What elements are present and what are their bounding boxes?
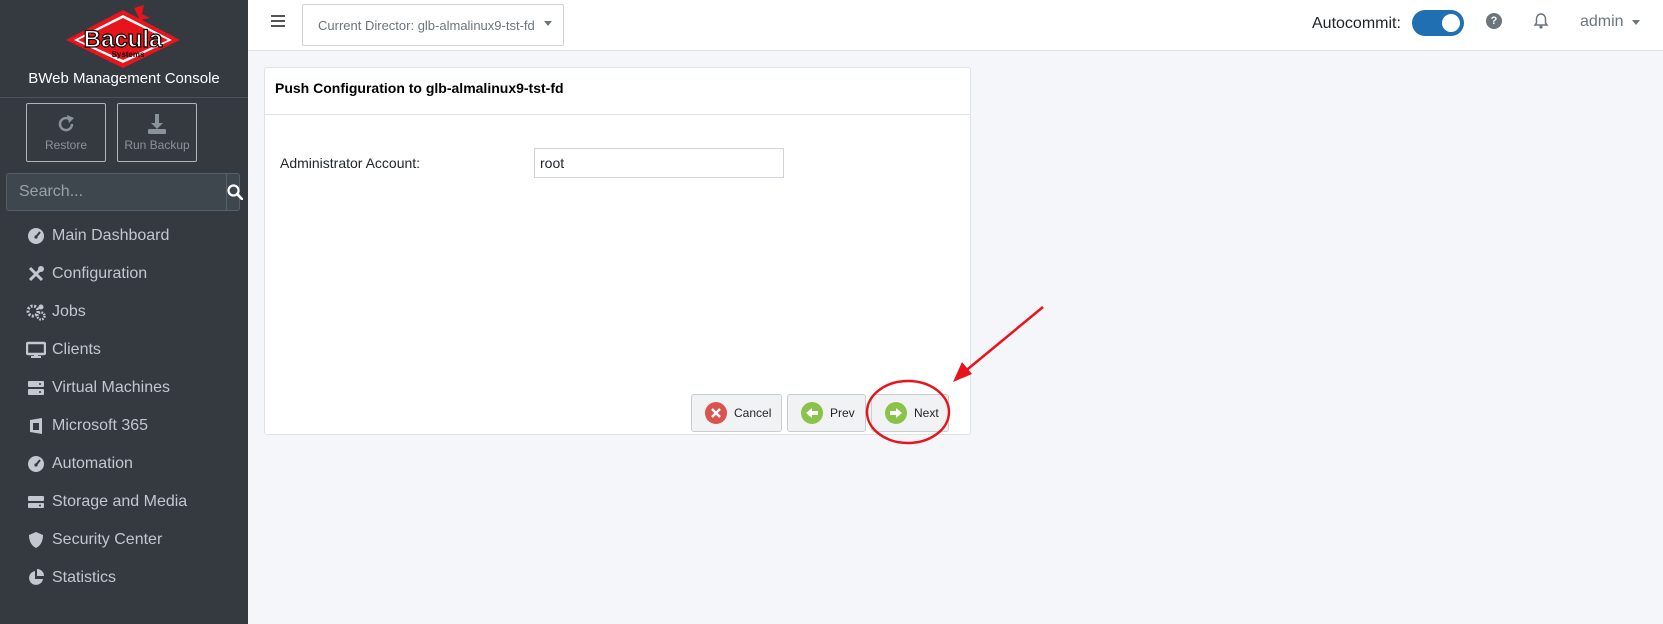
cancel-button[interactable]: Cancel — [691, 394, 782, 432]
pie-chart-icon — [26, 568, 46, 588]
sidebar-item-microsoft-365[interactable]: Microsoft 365 — [0, 407, 248, 445]
card-title: Push Configuration to glb-almalinux9-tst… — [265, 68, 970, 115]
sidebar-item-virtual-machines[interactable]: Virtual Machines — [0, 369, 248, 407]
next-label: Next — [914, 406, 939, 420]
tools-icon — [26, 264, 46, 284]
autocommit-label: Autocommit: — [1312, 15, 1401, 32]
quick-actions: Restore Run Backup — [26, 103, 197, 162]
sidebar-item-label: Main Dashboard — [52, 227, 170, 244]
sidebar-search — [6, 173, 243, 211]
sidebar-item-configuration[interactable]: Configuration — [0, 255, 248, 293]
administrator-account-label: Administrator Account: — [280, 155, 421, 171]
svg-text:Bacula: Bacula — [84, 26, 163, 53]
hamburger-menu-icon[interactable] — [270, 13, 286, 29]
next-button[interactable]: Next — [871, 394, 949, 432]
sidebar-item-label: Storage and Media — [52, 493, 188, 510]
toggle-knob — [1442, 14, 1460, 32]
administrator-account-input[interactable] — [534, 148, 784, 178]
prev-label: Prev — [830, 406, 855, 420]
download-icon — [148, 114, 166, 134]
office-icon — [26, 416, 46, 436]
cancel-icon — [705, 402, 727, 424]
tachometer-icon — [26, 454, 46, 474]
restore-button[interactable]: Restore — [26, 103, 106, 162]
sidebar-item-label: Automation — [52, 455, 133, 472]
search-icon — [227, 184, 243, 200]
help-icon[interactable]: ? — [1486, 13, 1502, 29]
sidebar-nav: Main Dashboard Configuration Jobs Client… — [0, 217, 248, 597]
sidebar-item-label: Jobs — [52, 303, 86, 320]
sidebar-item-label: Virtual Machines — [52, 379, 170, 396]
hdd-icon — [26, 492, 46, 512]
cogs-icon — [26, 302, 46, 322]
arrow-left-icon — [801, 402, 823, 424]
sidebar-item-main-dashboard[interactable]: Main Dashboard — [0, 217, 248, 255]
restore-label: Restore — [44, 138, 88, 152]
app-title: BWeb Management Console — [28, 70, 220, 87]
annotation-arrow — [962, 306, 1044, 374]
server-icon — [26, 378, 46, 398]
user-menu[interactable]: admin — [1580, 13, 1640, 31]
sidebar-item-label: Clients — [52, 341, 101, 358]
redo-icon — [58, 115, 74, 132]
svg-text:Systems: Systems — [112, 50, 145, 59]
sidebar-item-label: Statistics — [52, 569, 117, 586]
bell-icon[interactable] — [1533, 12, 1549, 30]
push-config-card: Push Configuration to glb-almalinux9-tst… — [264, 67, 971, 435]
sidebar-brand: Bacula Systems BWeb Management Console — [0, 0, 248, 98]
autocommit-toggle[interactable] — [1412, 10, 1464, 36]
sidebar-item-jobs[interactable]: Jobs — [0, 293, 248, 331]
run-backup-label: Run Backup — [124, 138, 190, 152]
sidebar-item-statistics[interactable]: Statistics — [0, 559, 248, 597]
sidebar-item-clients[interactable]: Clients — [0, 331, 248, 369]
search-input[interactable] — [7, 174, 226, 210]
prev-button[interactable]: Prev — [787, 394, 866, 432]
bacula-logo[interactable]: Bacula Systems — [64, 4, 182, 70]
sidebar-item-label: Configuration — [52, 265, 148, 282]
chevron-down-icon — [1631, 19, 1640, 25]
tachometer-icon — [26, 226, 46, 246]
top-navbar: Current Director: glb-almalinux9-tst-fd … — [248, 0, 1663, 51]
sidebar: Bacula Systems BWeb Management Console R… — [0, 0, 248, 624]
cancel-label: Cancel — [734, 406, 772, 420]
user-name: admin — [1580, 13, 1624, 30]
run-backup-button[interactable]: Run Backup — [117, 103, 197, 162]
desktop-icon — [26, 340, 46, 360]
director-label: Current Director: glb-almalinux9-tst-fd — [318, 17, 535, 33]
arrow-right-icon — [885, 402, 907, 424]
shield-icon — [26, 530, 46, 550]
sidebar-item-label: Security Center — [52, 531, 163, 548]
sidebar-item-storage-and-media[interactable]: Storage and Media — [0, 483, 248, 521]
sidebar-item-label: Microsoft 365 — [52, 417, 149, 434]
search-button[interactable] — [226, 174, 243, 210]
sidebar-item-automation[interactable]: Automation — [0, 445, 248, 483]
chevron-down-icon — [543, 20, 552, 26]
sidebar-item-security-center[interactable]: Security Center — [0, 521, 248, 559]
director-dropdown[interactable]: Current Director: glb-almalinux9-tst-fd — [302, 4, 564, 46]
